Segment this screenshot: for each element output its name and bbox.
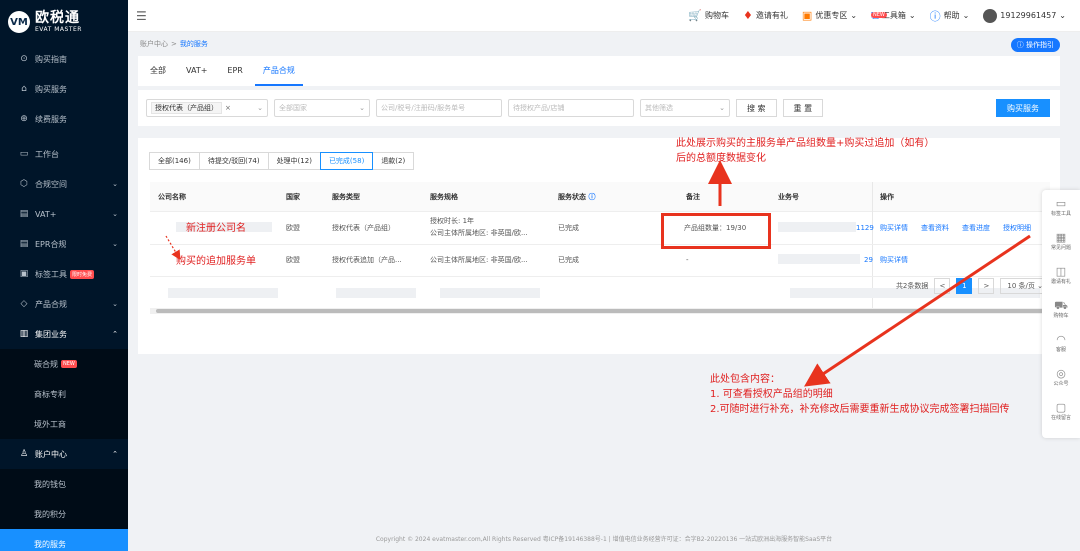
rb-faq[interactable]: ▦ 常见问题 bbox=[1042, 224, 1080, 258]
rb-cart[interactable]: ⛟ 购物车 bbox=[1042, 292, 1080, 326]
message-icon: ▢ bbox=[1055, 401, 1067, 414]
rb-message[interactable]: ▢ 在线留言 bbox=[1042, 394, 1080, 428]
footer: Copyright © 2024 evatmaster.com,All Righ… bbox=[375, 536, 833, 543]
label-icon: ▭ bbox=[1055, 197, 1067, 210]
arrow-small bbox=[165, 235, 181, 261]
annotation-arrows bbox=[165, 160, 1031, 387]
arrow-down bbox=[804, 234, 1031, 387]
rb-invite[interactable]: ◫ 邀请有礼 bbox=[1042, 258, 1080, 292]
wechat-icon: ◎ bbox=[1056, 367, 1066, 380]
qr-icon: ▦ bbox=[1055, 231, 1067, 244]
cart-icon: ⛟ bbox=[1054, 299, 1068, 312]
status-tab-completed[interactable]: 已完成(58) bbox=[319, 152, 374, 170]
rb-wechat[interactable]: ◎ 公众号 bbox=[1042, 360, 1080, 394]
headset-icon: ◠ bbox=[1056, 333, 1066, 346]
gift-icon: ◫ bbox=[1055, 265, 1067, 278]
rb-label-tool[interactable]: ▭ 标签工具 bbox=[1042, 190, 1080, 224]
rb-service[interactable]: ◠ 客服 bbox=[1042, 326, 1080, 360]
right-toolbar: ▭ 标签工具 ▦ 常见问题 ◫ 邀请有礼 ⛟ 购物车 ◠ 客服 ◎ 公众号 ▢ 在线留言 bbox=[1042, 190, 1080, 438]
